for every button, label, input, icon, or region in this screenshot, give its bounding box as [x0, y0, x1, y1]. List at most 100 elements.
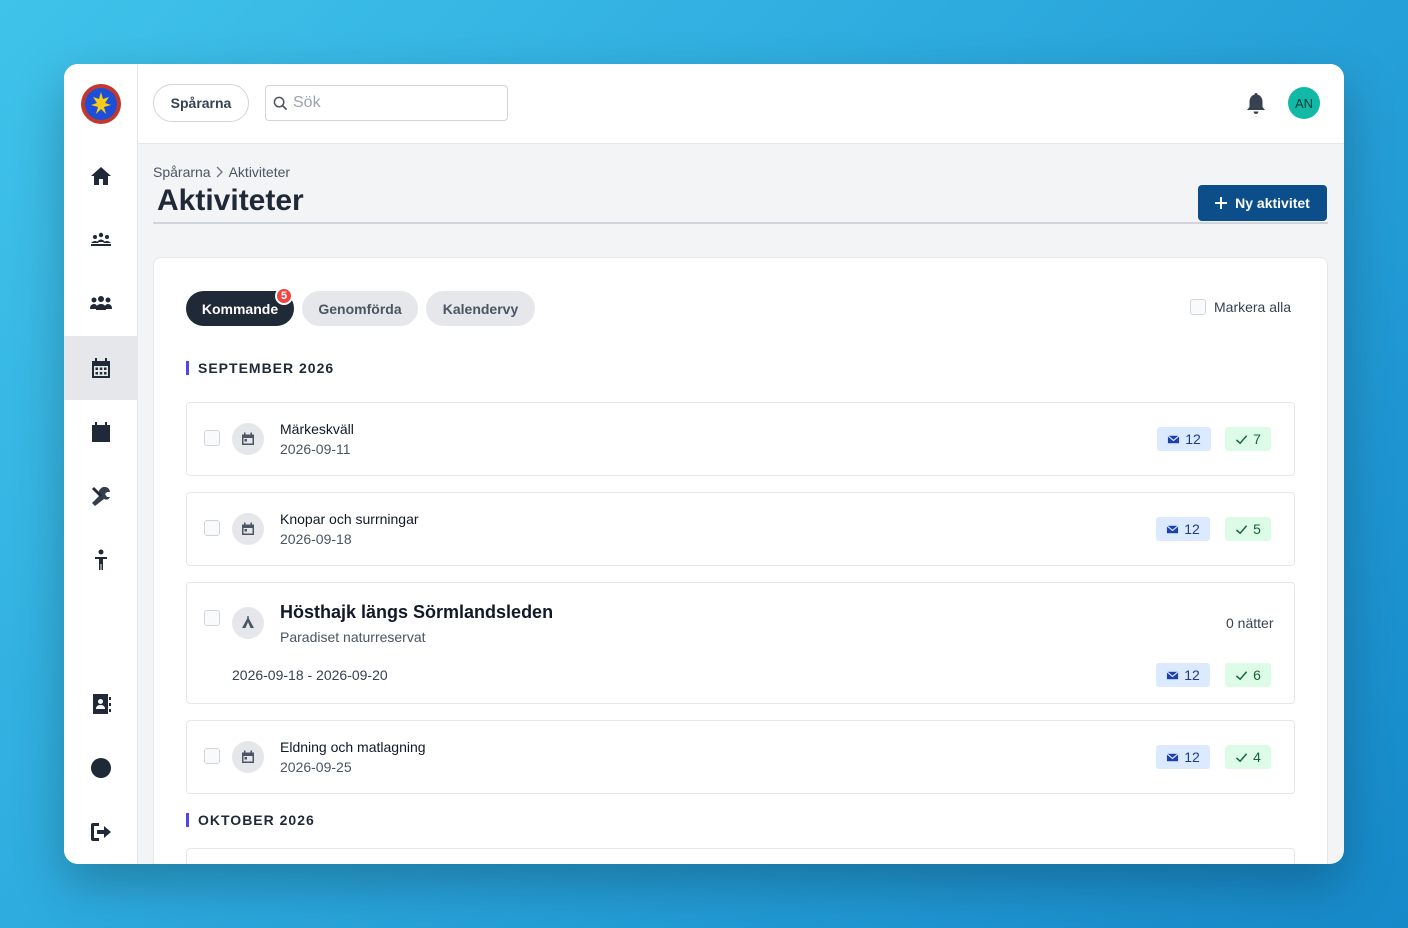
activity-type-icon [232, 741, 264, 773]
nav-logout[interactable] [64, 800, 137, 864]
address-book-icon [92, 694, 111, 714]
envelope-icon [1166, 524, 1179, 533]
nights-count: 0 nätter [1226, 615, 1274, 631]
envelope-icon [1166, 670, 1179, 679]
chevron-right-icon [216, 166, 223, 178]
activity-title: Märkeskväll [280, 421, 354, 437]
activity-date-range: 2026-09-18 - 2026-09-20 [232, 667, 388, 683]
activity-location: Paradiset naturreservat [280, 629, 426, 645]
activity-title: Knopar och surrningar [280, 511, 419, 527]
activity-type-icon [232, 513, 264, 545]
sign-out-icon [90, 823, 111, 841]
invited-count-value: 12 [1185, 431, 1201, 447]
activity-checkbox[interactable] [204, 610, 220, 626]
nav-tools[interactable] [64, 464, 137, 528]
new-activity-label: Ny aktivitet [1235, 195, 1310, 211]
tab-completed[interactable]: Genomförda [302, 291, 418, 326]
accepted-count: 7 [1225, 427, 1271, 451]
check-icon [1235, 524, 1248, 534]
activity-date: 2026-09-25 [280, 759, 352, 775]
search-input[interactable] [293, 86, 503, 120]
select-all-checkbox[interactable] [1190, 299, 1206, 315]
activity-row[interactable]: Knopar och surrningar 2026-09-18 12 5 [186, 492, 1295, 566]
tab-upcoming[interactable]: Kommande 5 [186, 287, 294, 326]
user-avatar[interactable]: AN [1288, 87, 1320, 119]
users-icon [89, 296, 112, 310]
check-icon [1235, 752, 1248, 762]
activity-title: Eldning och matlagning [280, 739, 426, 755]
calendar-icon [242, 522, 254, 535]
scout-logo[interactable] [80, 83, 122, 125]
nav-members[interactable] [64, 272, 137, 336]
search-icon [273, 96, 288, 111]
tab-upcoming-label: Kommande [201, 300, 279, 317]
organization-button[interactable]: Spårarna [153, 84, 249, 122]
activity-date: 2026-09-11 [280, 441, 351, 457]
calendar-icon [242, 750, 254, 763]
activity-row[interactable]: Märkeskväll 2026-09-11 12 7 [186, 402, 1295, 476]
month-heading: OKTOBER 2026 [186, 813, 315, 827]
title-divider [153, 222, 1328, 224]
nav-contacts[interactable] [64, 672, 137, 736]
child-icon [94, 549, 107, 570]
tools-icon [91, 486, 110, 506]
upcoming-count-badge: 5 [275, 287, 293, 305]
breadcrumb: Spårarna Aktiviteter [153, 164, 290, 180]
page-title: Aktiviteter [157, 184, 304, 217]
accepted-count-value: 6 [1253, 667, 1261, 683]
nav-child[interactable] [64, 528, 137, 592]
accepted-count: 5 [1225, 517, 1271, 541]
plus-icon [1215, 197, 1228, 209]
search-box[interactable] [265, 85, 508, 121]
nav-language[interactable] [64, 736, 137, 800]
calendar-icon [91, 422, 110, 442]
accepted-count: 4 [1225, 745, 1271, 769]
envelope-icon [1167, 434, 1180, 443]
select-all-label: Markera alla [1214, 299, 1292, 315]
accepted-count: 6 [1225, 663, 1271, 687]
activity-row[interactable]: Eldning och matlagning 2026-09-25 12 4 [186, 720, 1295, 794]
invited-count-value: 12 [1184, 749, 1200, 765]
activity-checkbox[interactable] [204, 748, 220, 764]
activity-checkbox[interactable] [204, 520, 220, 536]
sidebar [64, 64, 138, 864]
nav-calendar[interactable] [64, 400, 137, 464]
check-icon [1235, 434, 1248, 444]
select-all[interactable]: Markera alla [1190, 299, 1291, 315]
nav-patrols[interactable] [64, 208, 137, 272]
accepted-count-value: 7 [1253, 431, 1261, 447]
invited-count-value: 12 [1184, 521, 1200, 537]
activity-title: Hösthajk längs Sörmlandsleden [280, 602, 554, 622]
accepted-count-value: 5 [1253, 521, 1261, 537]
activity-date: 2026-09-18 [280, 531, 352, 547]
accepted-count-value: 4 [1253, 749, 1261, 765]
group-meeting-icon [90, 232, 111, 246]
month-heading: SEPTEMBER 2026 [186, 361, 334, 375]
topbar: Spårarna AN [138, 64, 1344, 144]
tab-calendar-view[interactable]: Kalendervy [426, 291, 535, 326]
calendar-days-icon [91, 358, 110, 378]
activity-row[interactable] [186, 848, 1295, 864]
invited-count: 12 [1156, 663, 1210, 687]
activity-type-icon [232, 607, 264, 639]
envelope-icon [1166, 752, 1179, 761]
check-icon [1235, 670, 1248, 680]
nav-home[interactable] [64, 144, 137, 208]
invited-count: 12 [1157, 427, 1211, 451]
nav-activities[interactable] [64, 336, 137, 400]
activity-checkbox[interactable] [204, 430, 220, 446]
invited-count: 12 [1156, 745, 1210, 769]
tab-completed-label: Genomförda [318, 300, 402, 317]
activity-type-icon [232, 423, 264, 455]
invited-count-value: 12 [1184, 667, 1200, 683]
tab-calendar-view-label: Kalendervy [442, 300, 519, 317]
activity-row[interactable]: Hösthajk längs Sörmlandsleden Paradiset … [186, 582, 1295, 704]
breadcrumb-org[interactable]: Spårarna [153, 164, 211, 180]
globe-icon [90, 758, 111, 778]
new-activity-button[interactable]: Ny aktivitet [1198, 185, 1327, 221]
app-window: Spårarna AN Spårarna Aktiviteter Aktivit… [64, 64, 1344, 864]
bell-icon[interactable] [1245, 91, 1267, 115]
activities-card: Kommande 5 Genomförda Kalendervy Markera… [153, 257, 1328, 864]
breadcrumb-current[interactable]: Aktiviteter [229, 164, 290, 180]
calendar-icon [242, 432, 254, 445]
